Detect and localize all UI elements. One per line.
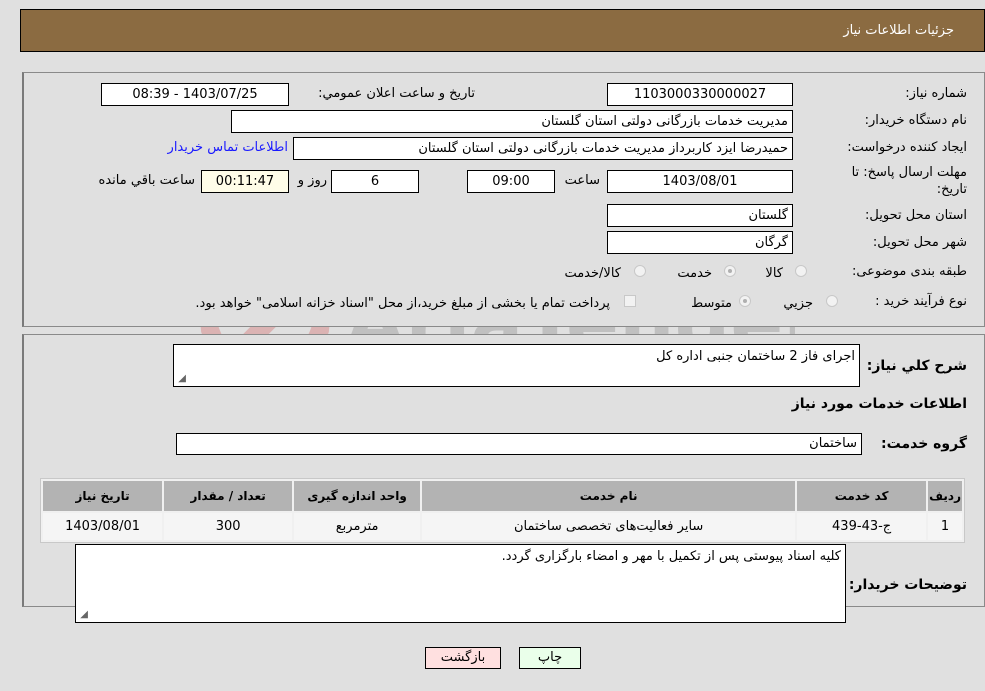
buyer-org-label: نام دستگاه خریدار: [864, 113, 967, 128]
description-textarea[interactable]: اجرای فاز 2 ساختمان جنبی اداره کل ◢ [173, 344, 860, 387]
category-radio-goods-service[interactable] [634, 265, 646, 277]
table-header-row: ردیف کد خدمت نام خدمت واحد اندازه گیری ت… [43, 481, 962, 511]
resize-grip-icon[interactable]: ◢ [78, 610, 88, 620]
cell-need-date: 1403/08/01 [43, 513, 163, 540]
time-remaining-label: ساعت باقي مانده [98, 173, 195, 188]
category-label: طبقه بندی موضوعی: [851, 264, 967, 279]
description-text: اجرای فاز 2 ساختمان جنبی اداره کل [656, 349, 855, 364]
deadline-time-field: 09:00 [467, 170, 555, 193]
col-header-unit: واحد اندازه گیری [294, 481, 421, 511]
deadline-label: مهلت ارسال پاسخ: تا [851, 165, 967, 180]
treasury-checkbox[interactable] [624, 295, 636, 307]
cell-service-name: سایر فعالیت‌های تخصصی ساختمان [422, 513, 796, 540]
city-field: گرگان [607, 231, 793, 254]
back-button[interactable]: بازگشت [425, 647, 501, 669]
category-option-goods-service: کالا/خدمت [564, 266, 621, 281]
buyer-notes-text: کلیه اسناد پیوستی پس از تکمیل با مهر و ا… [501, 549, 841, 564]
province-field: گلستان [607, 204, 793, 227]
process-radio-medium[interactable] [739, 295, 751, 307]
description-label: شرح كلي نياز: [866, 358, 967, 374]
city-label: شهر محل تحویل: [872, 235, 967, 250]
days-label: روز و [297, 173, 327, 188]
table-row: 1 ج-43-439 سایر فعالیت‌های تخصصی ساختمان… [43, 513, 962, 540]
resize-grip-icon[interactable]: ◢ [176, 374, 186, 384]
creator-label: ایجاد کننده درخواست: [847, 140, 967, 155]
days-remaining-field: 6 [331, 170, 419, 193]
services-table: ردیف کد خدمت نام خدمت واحد اندازه گیری ت… [40, 478, 965, 543]
col-header-service-name: نام خدمت [422, 481, 796, 511]
category-option-goods: کالا [765, 266, 783, 281]
treasury-note: پرداخت تمام یا بخشی از مبلغ خرید،از محل … [195, 296, 610, 311]
cell-service-code: ج-43-439 [797, 513, 927, 540]
services-section-title: اطلاعات خدمات مورد نياز [791, 396, 967, 412]
buyer-notes-label: توضیحات خریدار: [848, 577, 967, 593]
col-header-need-date: تاریخ نیاز [43, 481, 163, 511]
need-number-label: شماره نیاز: [905, 86, 967, 101]
page-header: جزئیات اطلاعات نیاز [20, 9, 985, 52]
process-radio-minor[interactable] [826, 295, 838, 307]
deadline-label-2: تاریخ: [936, 182, 967, 197]
col-header-quantity: تعداد / مقدار [164, 481, 293, 511]
cell-quantity: 300 [164, 513, 293, 540]
service-group-field: ساختمان [176, 433, 862, 455]
time-remaining-field: 00:11:47 [201, 170, 289, 193]
cell-unit: مترمربع [294, 513, 421, 540]
announce-label: تاریخ و ساعت اعلان عمومي: [318, 86, 475, 101]
col-header-service-code: کد خدمت [797, 481, 927, 511]
cell-row-number: 1 [928, 513, 962, 540]
buyer-contact-link[interactable]: اطلاعات تماس خریدار [168, 140, 288, 155]
process-option-minor: جزيي [783, 296, 813, 311]
deadline-time-label: ساعت [564, 173, 600, 188]
buyer-org-field: مدیریت خدمات بازرگانی دولتی استان گلستان [231, 110, 793, 133]
process-label: نوع فرآیند خرید : [875, 294, 967, 309]
buyer-notes-textarea[interactable]: کلیه اسناد پیوستی پس از تکمیل با مهر و ا… [75, 544, 846, 623]
category-radio-goods[interactable] [795, 265, 807, 277]
print-button[interactable]: چاپ [519, 647, 581, 669]
col-header-row-number: ردیف [928, 481, 962, 511]
page-title: جزئیات اطلاعات نیاز [843, 23, 954, 38]
creator-field: حمیدرضا ایزد کاربرداز مدیریت خدمات بازرگ… [293, 137, 793, 160]
service-group-label: گروه خدمت: [881, 436, 967, 452]
process-option-medium: متوسط [691, 296, 732, 311]
announce-datetime-field: 1403/07/25 - 08:39 [101, 83, 289, 106]
deadline-date-field: 1403/08/01 [607, 170, 793, 193]
category-option-service: خدمت [677, 266, 712, 281]
need-number-field: 1103000330000027 [607, 83, 793, 106]
province-label: استان محل تحویل: [865, 208, 967, 223]
category-radio-service[interactable] [724, 265, 736, 277]
